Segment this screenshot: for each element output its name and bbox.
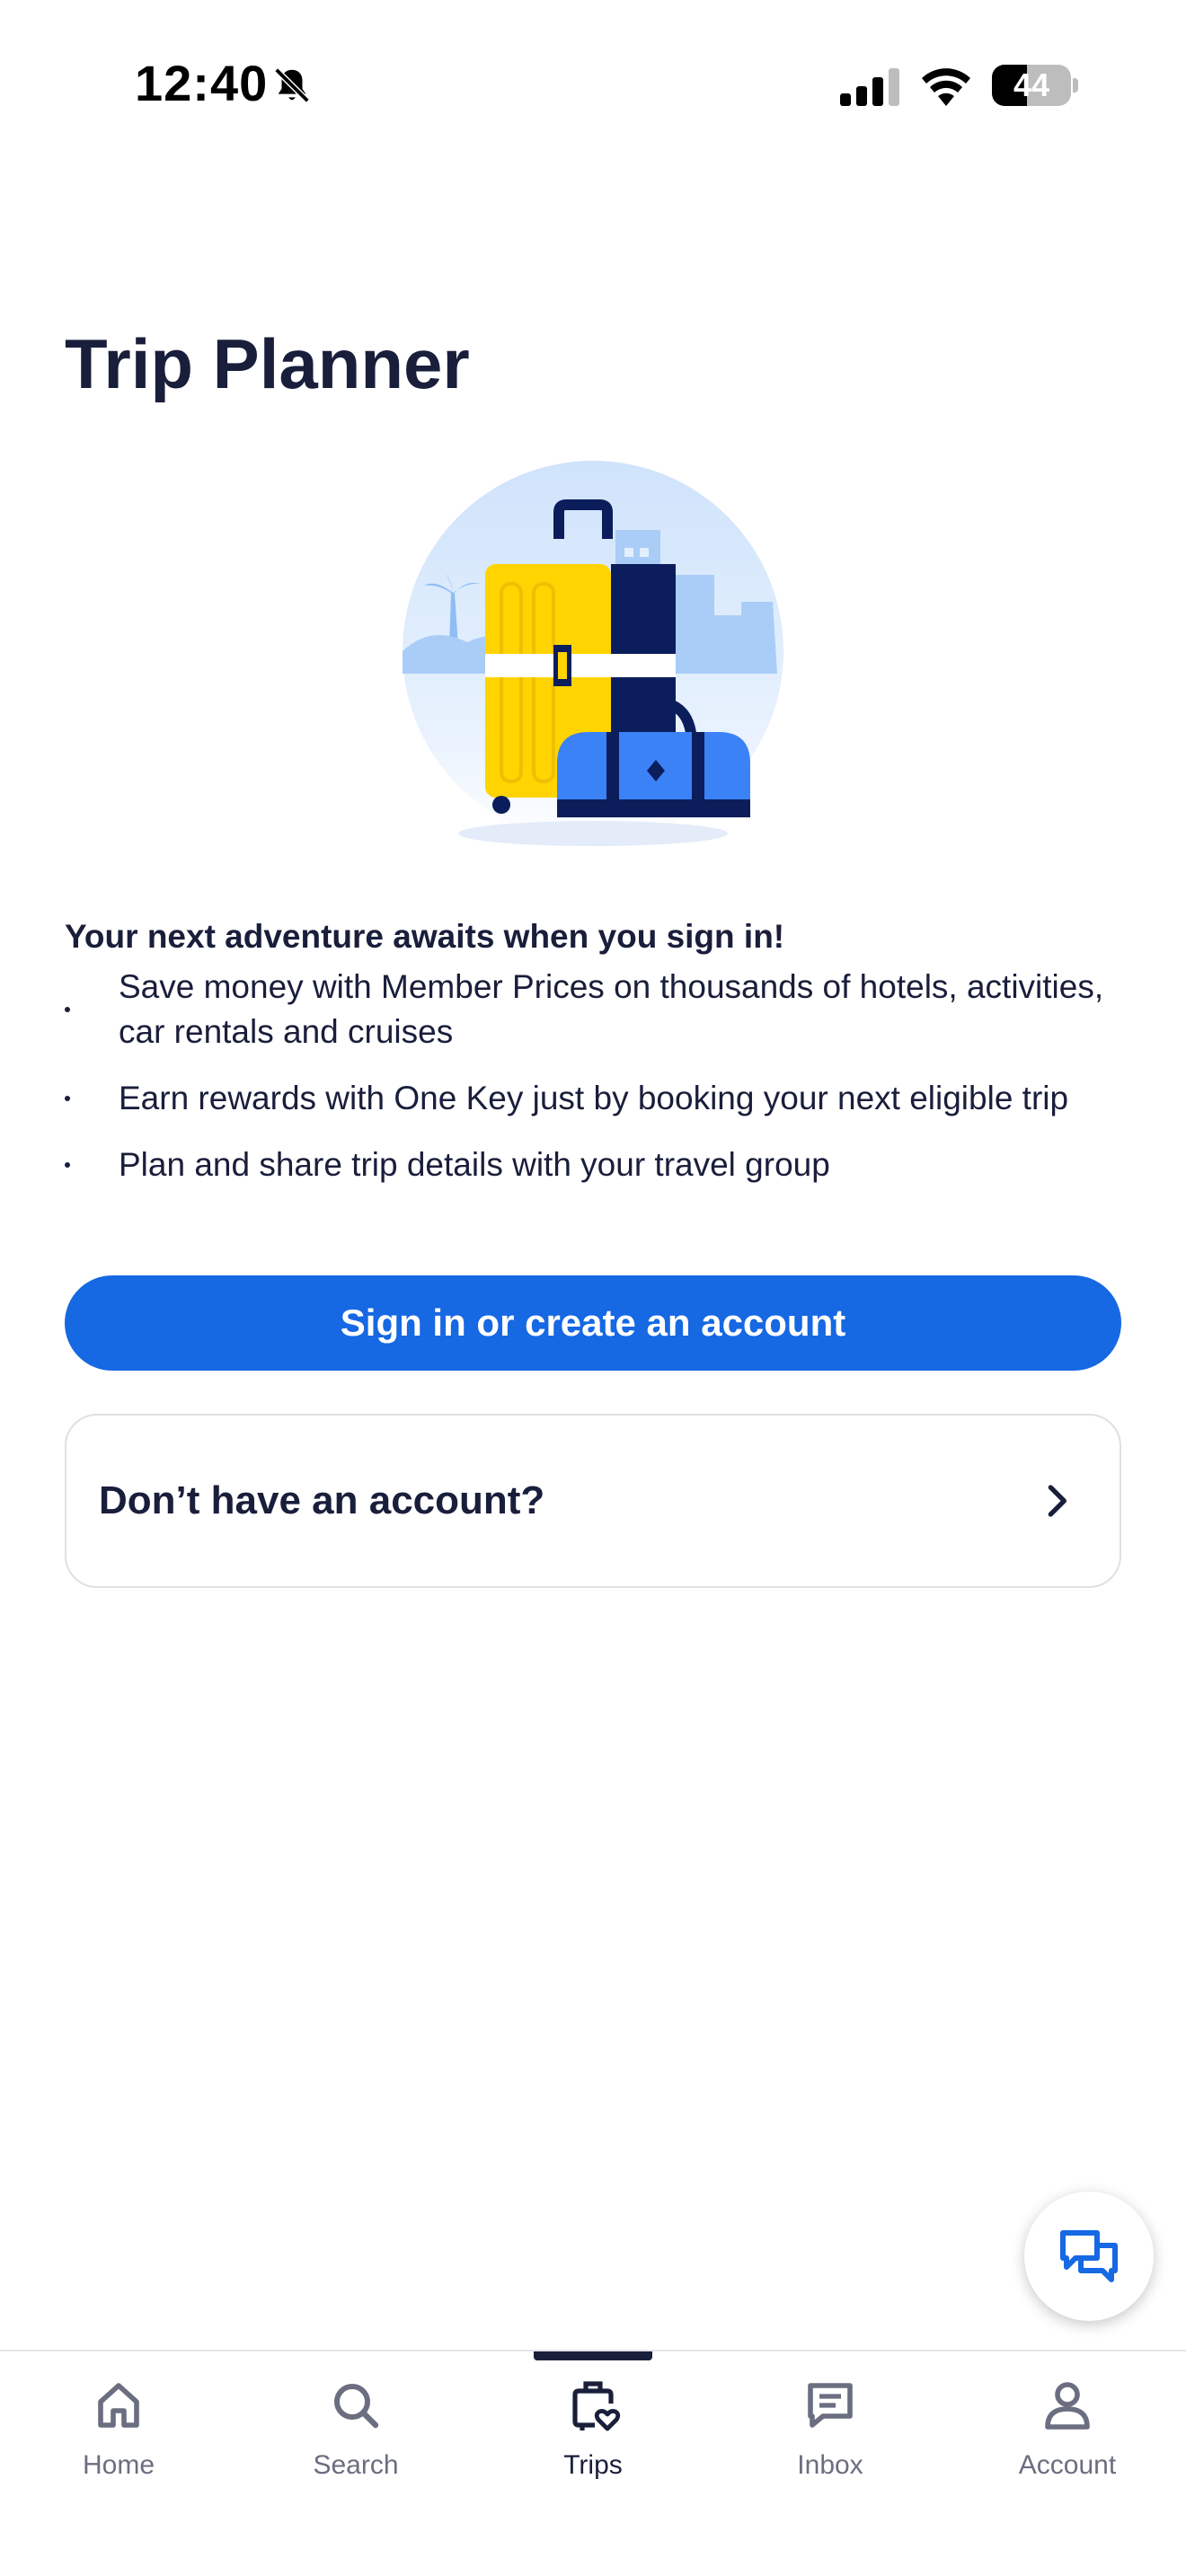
cellular-signal-icon (840, 68, 899, 106)
chat-button[interactable] (1024, 2192, 1154, 2321)
home-icon (98, 2383, 139, 2428)
inbox-icon (808, 2383, 853, 2428)
benefit-item: Save money with Member Prices on thousan… (65, 965, 1125, 1054)
page-title: Trip Planner (65, 324, 470, 403)
bottom-navigation: Home Search Trips Inbox Account (0, 2350, 1186, 2576)
nav-label-inbox: Inbox (797, 2450, 863, 2480)
wifi-icon (922, 68, 970, 106)
account-icon (1045, 2382, 1090, 2430)
nav-label-home: Home (82, 2450, 155, 2480)
trip-planner-screen: 12:40 44 Trip Planner Your next adventur… (0, 0, 1186, 2576)
battery-icon: 44 (992, 65, 1078, 106)
chevron-right-icon (1048, 1485, 1067, 1517)
nav-item-account[interactable]: Account (949, 2351, 1186, 2504)
luggage-illustration (403, 461, 783, 846)
status-time: 12:40 (135, 55, 269, 111)
sign-in-headline: Your next adventure awaits when you sign… (65, 918, 785, 955)
no-account-label: Don’t have an account? (99, 1478, 545, 1522)
status-bar: 12:40 44 (0, 0, 1186, 171)
nav-label-search: Search (313, 2450, 399, 2480)
nav-item-home[interactable]: Home (0, 2351, 237, 2504)
nav-label-trips: Trips (563, 2450, 623, 2480)
sign-in-button[interactable]: Sign in or create an account (65, 1275, 1121, 1371)
nav-label-account: Account (1018, 2450, 1117, 2480)
no-account-card[interactable]: Don’t have an account? (65, 1414, 1121, 1588)
benefits-list: Save money with Member Prices on thousan… (65, 965, 1125, 1209)
bullet-icon (65, 1007, 70, 1012)
bullet-icon (65, 1096, 70, 1101)
nav-item-trips[interactable]: Trips (474, 2351, 712, 2504)
bullet-icon (65, 1162, 70, 1168)
battery-level: 44 (1013, 66, 1050, 103)
trips-luggage-icon (572, 2381, 621, 2431)
nav-item-search[interactable]: Search (237, 2351, 474, 2504)
search-icon (334, 2384, 379, 2429)
benefit-item: Earn rewards with One Key just by bookin… (65, 1076, 1125, 1121)
nav-item-inbox[interactable]: Inbox (712, 2351, 949, 2504)
bell-slash-icon (274, 67, 310, 103)
chat-bubbles-icon (1060, 2230, 1118, 2282)
benefit-item: Plan and share trip details with your tr… (65, 1142, 1125, 1187)
